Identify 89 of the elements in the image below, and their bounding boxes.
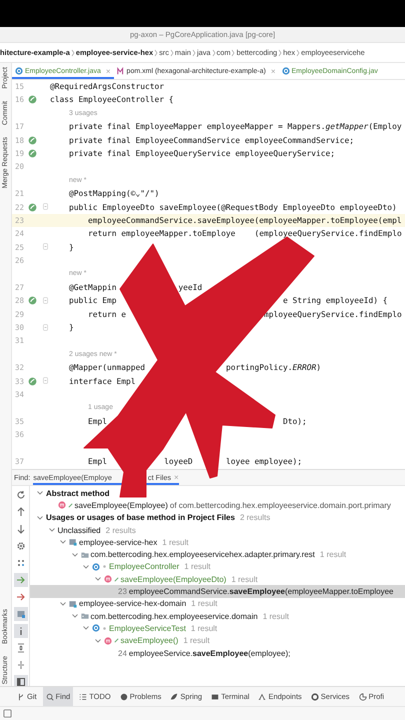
bean-icon[interactable] [28, 148, 37, 158]
terminal-icon [211, 692, 220, 700]
chevron-icon[interactable] [94, 575, 102, 584]
arrow-icon[interactable] [16, 575, 26, 585]
tree-item[interactable]: saveEmployee(EmployeeDto) [120, 574, 226, 584]
chevron-icon [231, 48, 236, 56]
chevron-icon [296, 48, 300, 56]
chevron-icon[interactable] [48, 526, 56, 534]
class-icon [282, 67, 290, 75]
result-count: 1 result [183, 636, 210, 646]
result-count: 1 result [162, 538, 188, 547]
folder-icon [80, 612, 88, 620]
tree-item[interactable]: saveEmployee() [120, 636, 178, 646]
result-count: 1 result [320, 550, 346, 560]
folder-icon [80, 550, 88, 559]
visibility-icon [114, 638, 118, 644]
visibility-icon [102, 564, 107, 570]
arrow-icon[interactable] [16, 592, 26, 602]
bean-icon[interactable] [28, 136, 37, 145]
result-count: 1 result [190, 624, 218, 633]
chevron-icon[interactable] [59, 600, 67, 608]
chevron-icon [70, 48, 75, 56]
chevron-icon[interactable] [94, 636, 102, 645]
usage-row[interactable]: 23 employeeCommandService.saveEmployee(employeeMapper.toEmployee [30, 585, 405, 598]
list-icon [79, 692, 88, 700]
bean-icon[interactable] [28, 95, 37, 104]
class-icon [92, 624, 100, 632]
result-count: 1 result [262, 612, 289, 621]
chevron-icon [170, 48, 174, 56]
tree-item-detail: of com.bettercoding.hex.employeeservice.domain.port.primary [170, 500, 391, 510]
info-icon[interactable] [16, 626, 26, 636]
module-icon [69, 538, 77, 546]
result-count: 2 results [106, 526, 136, 535]
tree-item[interactable]: com.bettercoding.hex.employeeservicehex.adapter.primary.rest [90, 550, 315, 560]
layout-icon[interactable] [3, 709, 12, 718]
module-icon [69, 600, 77, 608]
tree-item[interactable]: employee-service-hex [79, 538, 158, 547]
maven-icon [116, 67, 125, 75]
bean-icon[interactable] [28, 376, 37, 386]
usage-row[interactable]: 24 employeeService.saveEmployee(employee); [30, 646, 405, 660]
expand-all-icon[interactable] [16, 643, 26, 653]
method-icon [104, 575, 112, 584]
dot-icon [120, 692, 128, 700]
search-icon [46, 692, 54, 700]
chevron-icon [192, 48, 196, 56]
preview-icon[interactable] [16, 677, 26, 687]
result-count: 1 result [184, 562, 210, 572]
chevron-icon[interactable] [36, 514, 44, 522]
tree-item[interactable]: EmployeeController [109, 562, 180, 572]
visibility-icon [68, 502, 72, 508]
result-count: 1 result [231, 574, 258, 584]
settings-icon[interactable] [16, 541, 26, 551]
module-icon[interactable] [16, 609, 26, 619]
class-icon [92, 562, 100, 571]
endpoints-icon [258, 692, 266, 700]
result-count: 1 result [191, 599, 218, 608]
chevron-icon[interactable] [70, 550, 78, 559]
arrow-up-icon[interactable] [16, 507, 26, 517]
visibility-icon [114, 576, 118, 582]
chevron-icon[interactable] [59, 538, 67, 546]
chevron-icon [278, 48, 282, 56]
pie-icon [358, 692, 367, 700]
tree-item[interactable]: Unclassified [58, 526, 101, 535]
chevron-icon[interactable] [36, 489, 44, 498]
rerun-icon[interactable] [16, 490, 26, 500]
tree-item[interactable]: saveEmployee(Employee) [74, 500, 168, 510]
branch-icon [17, 692, 25, 700]
chevron-icon [154, 48, 158, 56]
method-icon [104, 636, 112, 645]
method-icon [58, 501, 66, 510]
chevron-icon[interactable] [82, 562, 90, 571]
group-icon[interactable] [16, 558, 26, 568]
tree-item[interactable]: Abstract method [46, 488, 110, 498]
tree-item[interactable]: EmployeeServiceTest [109, 624, 186, 633]
leaf-icon [170, 692, 178, 700]
chevron-icon[interactable] [70, 612, 78, 620]
bean-icon[interactable] [28, 296, 37, 306]
tree-item[interactable]: Usages or usages of base method in Project Files [46, 513, 235, 522]
tree-item[interactable]: com.bettercoding.hex.employeeservice.domain [90, 612, 258, 621]
arrow-down-icon[interactable] [16, 524, 26, 534]
class-icon [15, 67, 23, 75]
chevron-icon [212, 48, 216, 56]
visibility-icon [102, 626, 107, 631]
result-count: 2 results [240, 513, 270, 522]
bean-icon[interactable] [28, 202, 37, 212]
chevron-icon[interactable] [82, 624, 90, 632]
collapse-all-icon[interactable] [16, 660, 26, 670]
tree-item[interactable]: employee-service-hex-domain [79, 599, 186, 608]
ring-icon [310, 692, 319, 700]
